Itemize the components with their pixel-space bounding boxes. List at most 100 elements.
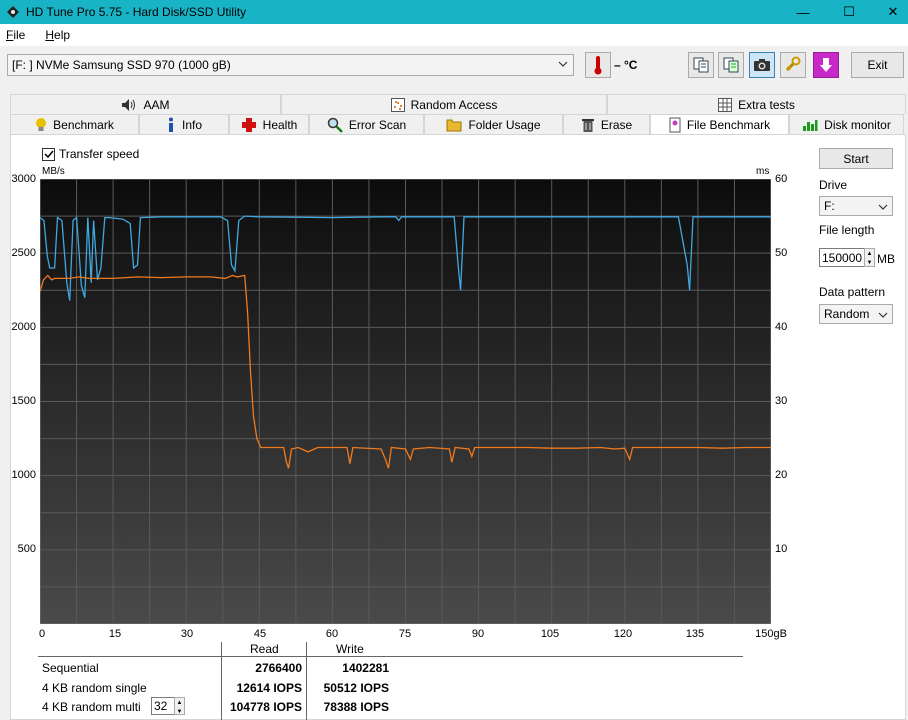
results-read-value: 12614 IOPS xyxy=(236,681,302,695)
y-left-tick: 1500 xyxy=(11,395,36,407)
tab-benchmark[interactable]: Benchmark xyxy=(10,114,139,134)
x-tick: 30 xyxy=(180,628,194,640)
results-row-label: 4 KB random single xyxy=(42,681,147,695)
file-length-stepper[interactable]: ▲ ▼ xyxy=(864,248,875,267)
title-bar: HD Tune Pro 5.75 - Hard Disk/SSD Utility… xyxy=(0,0,908,24)
drive-label: Drive xyxy=(819,178,848,192)
transfer-speed-label: Transfer speed xyxy=(59,147,140,161)
copy-all-icon xyxy=(723,57,739,73)
menu-help[interactable]: Help xyxy=(39,28,76,42)
x-tick: 120 xyxy=(613,628,633,640)
chevron-down-icon xyxy=(878,312,888,318)
close-button[interactable]: ✕ xyxy=(870,0,908,24)
queue-depth-stepper[interactable]: ▲ ▼ xyxy=(174,697,185,715)
y-right-tick: 10 xyxy=(775,543,788,555)
health-cross-icon xyxy=(241,117,256,132)
data-pattern-label: Data pattern xyxy=(819,285,886,299)
temperature-readout: – °C xyxy=(614,58,638,72)
checkmark-icon xyxy=(43,150,54,159)
y-right-tick: 20 xyxy=(775,469,788,481)
data-pattern-combo[interactable]: Random xyxy=(819,304,893,324)
spin-down-icon[interactable]: ▼ xyxy=(175,707,184,716)
tab-random-access[interactable]: Random Access xyxy=(281,94,607,114)
options-button[interactable] xyxy=(780,52,806,78)
x-tick: 15 xyxy=(108,628,122,640)
tab-folder-usage-label: Folder Usage xyxy=(468,117,541,132)
tab-benchmark-label: Benchmark xyxy=(53,117,114,132)
tab-erase[interactable]: Erase xyxy=(563,114,650,134)
tab-row-bottom: Benchmark Info Health Error Scan Folder … xyxy=(10,114,906,135)
camera-icon xyxy=(754,59,770,71)
y-right-tick: 30 xyxy=(775,395,788,407)
menu-file[interactable]: File xyxy=(0,28,31,42)
temperature-button[interactable] xyxy=(585,52,611,78)
tab-info-label: Info xyxy=(181,117,202,132)
tab-extra-tests[interactable]: Extra tests xyxy=(607,94,906,114)
tab-file-benchmark-label: File Benchmark xyxy=(686,118,771,132)
y-right-tick: 50 xyxy=(775,247,788,259)
chevron-down-icon xyxy=(558,61,568,67)
tab-info[interactable]: Info xyxy=(139,114,229,134)
transfer-speed-checkbox[interactable] xyxy=(42,147,55,161)
tab-error-scan-label: Error Scan xyxy=(348,117,407,132)
trash-icon xyxy=(581,118,594,132)
y-left-tick: 500 xyxy=(17,543,36,555)
minimize-button[interactable]: — xyxy=(780,0,826,24)
results-read-value: 2766400 xyxy=(255,661,302,675)
screenshot-button[interactable] xyxy=(749,52,775,78)
thermometer-icon xyxy=(594,56,602,75)
exit-button[interactable]: Exit xyxy=(851,52,904,78)
y-left-unit: MB/s xyxy=(42,166,65,177)
tab-random-access-label: Random Access xyxy=(410,97,498,112)
app-icon xyxy=(7,6,19,18)
x-tick: 135 xyxy=(685,628,705,640)
results-col-read: Read xyxy=(250,642,279,656)
grid-icon xyxy=(718,97,733,112)
magnifier-icon xyxy=(327,117,343,133)
scatter-icon xyxy=(390,97,405,112)
transfer-speed-chart xyxy=(40,179,771,624)
x-tick: 60 xyxy=(325,628,339,640)
tab-file-benchmark[interactable]: File Benchmark xyxy=(650,114,789,135)
tab-folder-usage[interactable]: Folder Usage xyxy=(424,114,563,134)
drive-combo[interactable]: F: xyxy=(819,196,893,216)
tab-disk-monitor[interactable]: Disk monitor xyxy=(789,114,904,134)
tab-health[interactable]: Health xyxy=(229,114,309,134)
menu-bar: File Help xyxy=(0,24,908,46)
drive-select[interactable]: [F: ] NVMe Samsung SSD 970 (1000 gB) xyxy=(7,54,574,76)
x-tick: 90 xyxy=(471,628,485,640)
results-row-label: 4 KB random multi xyxy=(42,700,141,714)
spin-down-icon[interactable]: ▼ xyxy=(865,258,874,267)
x-tick: 75 xyxy=(398,628,412,640)
folder-icon xyxy=(446,119,462,131)
chevron-down-icon xyxy=(878,204,888,210)
spin-up-icon[interactable]: ▲ xyxy=(865,249,874,258)
results-row-label: Sequential xyxy=(42,661,99,675)
monitor-icon xyxy=(803,119,818,131)
drive-combo-value: F: xyxy=(824,199,835,213)
y-left-tick: 1000 xyxy=(11,469,36,481)
y-right-unit: ms xyxy=(756,166,770,177)
download-arrow-icon xyxy=(820,58,832,72)
file-length-input[interactable]: 150000 xyxy=(819,248,865,267)
window-title: HD Tune Pro 5.75 - Hard Disk/SSD Utility xyxy=(26,5,247,19)
tab-error-scan[interactable]: Error Scan xyxy=(309,114,424,134)
start-button[interactable]: Start xyxy=(819,148,893,169)
tab-row-top: AAM Random Access Extra tests xyxy=(10,94,906,114)
copy-icon xyxy=(693,57,709,73)
tab-aam[interactable]: AAM xyxy=(10,94,281,114)
file-length-unit: MB xyxy=(877,252,895,266)
copy-info-button[interactable] xyxy=(688,52,714,78)
info-icon xyxy=(168,117,173,132)
transfer-speed-option[interactable]: Transfer speed xyxy=(42,147,139,161)
toolbar: [F: ] NVMe Samsung SSD 970 (1000 gB) – °… xyxy=(0,46,908,86)
save-button[interactable] xyxy=(813,52,839,78)
queue-depth-input[interactable]: 32 xyxy=(151,697,175,715)
data-pattern-value: Random xyxy=(824,307,870,321)
tab-extra-tests-label: Extra tests xyxy=(738,97,795,112)
spin-up-icon[interactable]: ▲ xyxy=(175,698,184,707)
results-divider xyxy=(38,656,743,657)
maximize-button[interactable]: ☐ xyxy=(826,0,872,24)
drive-select-value: [F: ] NVMe Samsung SSD 970 (1000 gB) xyxy=(12,58,231,72)
copy-all-button[interactable] xyxy=(718,52,744,78)
